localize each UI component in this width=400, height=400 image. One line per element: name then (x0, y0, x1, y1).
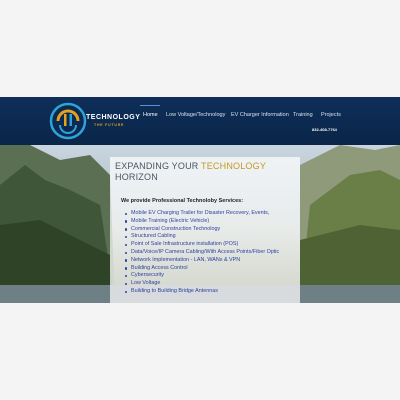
list-item: Data/Voice/IP Camera Cabling/With Access… (125, 249, 279, 257)
nav-training[interactable]: Training (293, 112, 313, 118)
list-item: Network Implementation - LAN, WANs & VPN (125, 257, 279, 265)
list-item: Cybersecurity (125, 272, 279, 280)
list-item: Building to Building Bridge Antennas (125, 288, 279, 296)
list-item: Structured Cabling (125, 233, 279, 241)
list-item: Low Voltage (125, 280, 279, 288)
services-intro: We provide Professional Technoloby Servi… (121, 198, 244, 204)
phone-number[interactable]: 832-408-7764 (312, 127, 337, 132)
list-item: Mobile EV Charging Trailer for Disaster … (125, 210, 279, 218)
top-margin (0, 0, 400, 97)
nav-low-voltage-technology[interactable]: Low Voltage/Technology (166, 112, 225, 118)
heading-part2: HORIZON (115, 172, 158, 182)
list-item: Commercial Construction Technology (125, 226, 279, 234)
website-viewport: TECHNOLOGY THE FUTURE Home Low Voltage/T… (0, 97, 400, 303)
hero-heading: EXPANDING YOUR TECHNOLOGY HORIZON (115, 161, 266, 183)
list-item: Mobile Training (Electric Vehicle) (125, 218, 279, 226)
services-list: Mobile EV Charging Trailer for Disaster … (125, 210, 279, 296)
heading-part1: EXPANDING YOUR (115, 161, 202, 171)
active-nav-indicator (140, 105, 160, 106)
list-item: Building Access Control (125, 265, 279, 273)
nav-projects[interactable]: Projects (321, 112, 341, 118)
nav-home[interactable]: Home (143, 112, 158, 118)
list-item: Point of Sale Infrastructure installatio… (125, 241, 279, 249)
heading-highlight: TECHNOLOGY (201, 161, 267, 171)
nav-ev-charger-information[interactable]: EV Charger Information (231, 112, 289, 118)
brand-name: TECHNOLOGY (86, 114, 141, 121)
brand-tagline: THE FUTURE (94, 123, 125, 127)
site-header: TECHNOLOGY THE FUTURE Home Low Voltage/T… (0, 97, 400, 145)
company-logo-icon[interactable] (48, 101, 88, 141)
bottom-margin (0, 303, 400, 400)
